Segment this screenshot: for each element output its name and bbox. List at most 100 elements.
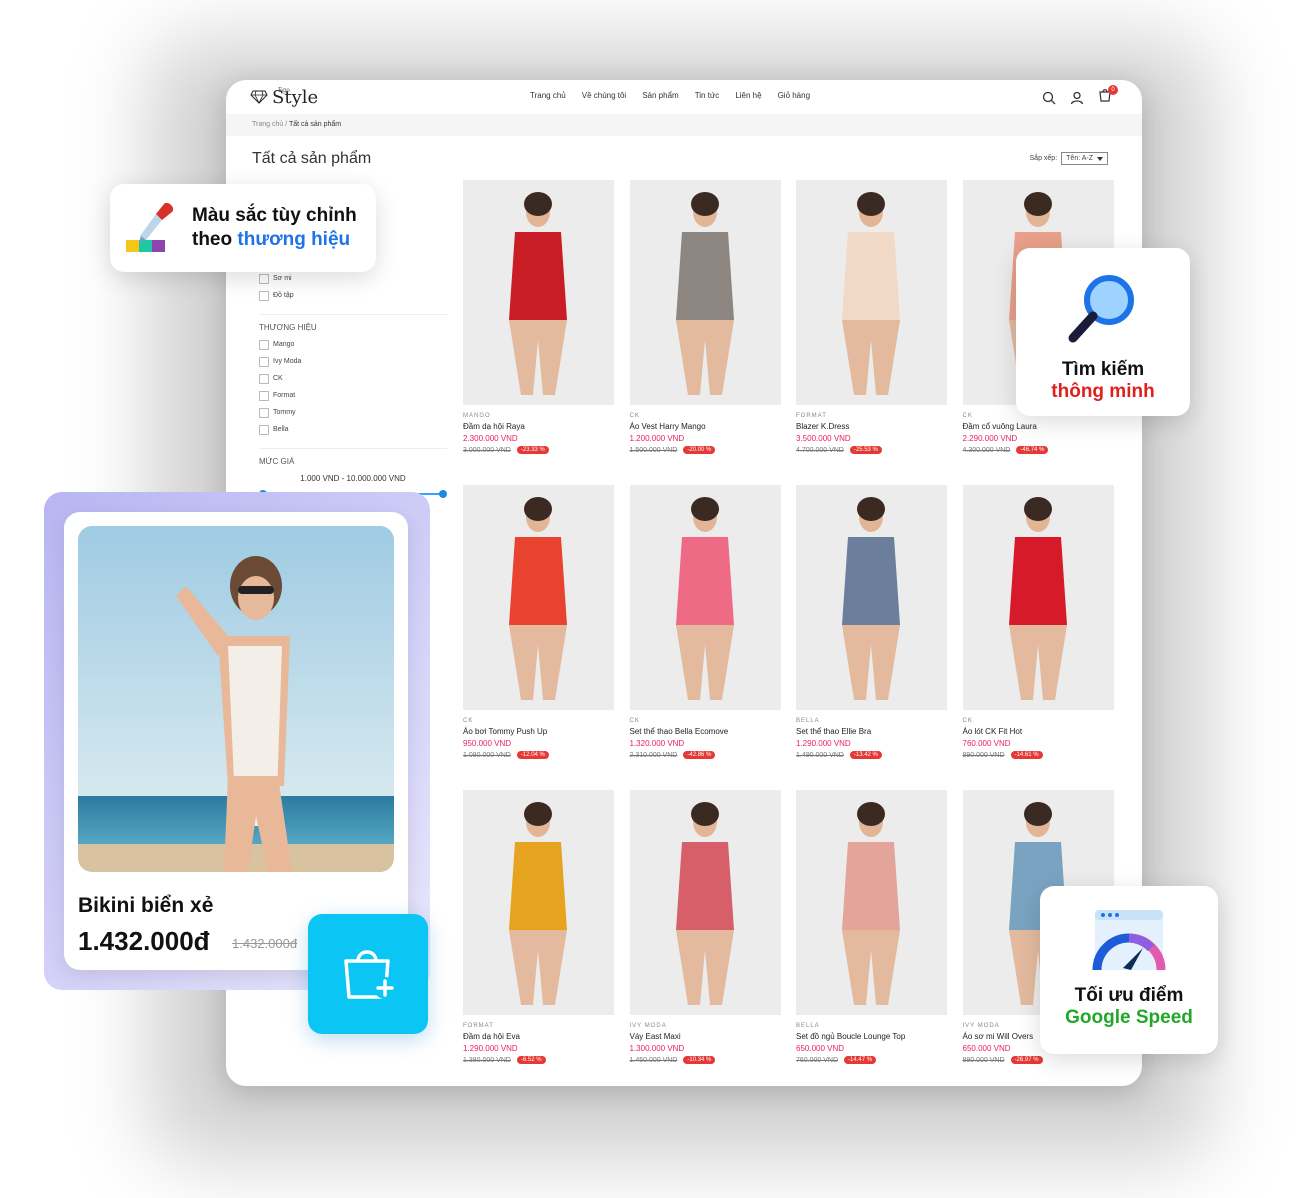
- product-name[interactable]: Đầm cổ vuông Laura: [963, 422, 1114, 431]
- product-image[interactable]: [796, 790, 947, 1015]
- discount-badge: -14.61 %: [1010, 751, 1043, 759]
- breadcrumb: Trang chủ / Tất cả sản phẩm: [226, 114, 1142, 136]
- product-price: 1.200.000 VND: [629, 434, 685, 443]
- header: Style Ego Trang chủ Về chúng tôi Sản phẩ…: [226, 80, 1142, 114]
- breadcrumb-separator: /: [285, 121, 288, 128]
- filter-brand[interactable]: Mango: [259, 336, 447, 353]
- product-name[interactable]: Set đồ ngủ Boucle Lounge Top: [796, 1032, 947, 1041]
- product-image[interactable]: [796, 180, 947, 405]
- discount-badge: -26.97 %: [1010, 1056, 1043, 1064]
- filter-brand[interactable]: Bella: [259, 421, 447, 438]
- header-icons: 0: [1042, 85, 1118, 107]
- sort-select[interactable]: Tên: A-Z: [1061, 152, 1108, 165]
- nav-news[interactable]: Tin tức: [695, 91, 720, 100]
- filter-brand[interactable]: CK: [259, 370, 447, 387]
- filter-label: Tommy: [273, 409, 296, 416]
- filter-brand[interactable]: Tommy: [259, 404, 447, 421]
- product-name[interactable]: Áo Vest Harry Mango: [630, 422, 781, 431]
- product-card[interactable]: CK Áo Vest Harry Mango 1.200.000 VND 1.500.…: [629, 180, 781, 454]
- checkbox[interactable]: [259, 273, 269, 284]
- nav-cart[interactable]: Giỏ hàng: [778, 91, 810, 100]
- product-card[interactable]: CK Áo lót CK Fit Hot 760.000 VND 890.000 VN…: [962, 485, 1114, 759]
- nav-contact[interactable]: Liên hệ: [735, 91, 761, 100]
- color-callout-prefix: theo: [192, 229, 238, 250]
- product-card[interactable]: CK Set thể thao Bella Ecomove 1.320.000 VN…: [629, 485, 781, 759]
- filter-category[interactable]: Sơ mi: [259, 270, 447, 287]
- featured-product-card[interactable]: Bikini biển xẻ 1.432.000đ 1.432.000đ: [64, 512, 408, 970]
- filter-label: Đồ tập: [273, 292, 294, 299]
- product-name[interactable]: Set thể thao Ellie Bra: [796, 727, 947, 736]
- product-card[interactable]: BELLA Set thể thao Ellie Bra 1.290.000 VND…: [796, 485, 947, 759]
- discount-badge: -12.04 %: [516, 751, 549, 759]
- discount-badge: -14.47 %: [844, 1056, 877, 1064]
- nav-home[interactable]: Trang chủ: [530, 91, 566, 100]
- search-callout: Tìm kiếm thông minh: [1016, 248, 1190, 416]
- speedometer-icon: [1092, 910, 1166, 971]
- breadcrumb-home[interactable]: Trang chủ: [252, 121, 283, 128]
- sort-value: Tên: A-Z: [1066, 155, 1093, 162]
- product-card[interactable]: BELLA Set đồ ngủ Boucle Lounge Top 650.000…: [796, 790, 947, 1064]
- checkbox[interactable]: [259, 356, 269, 367]
- checkbox[interactable]: [259, 339, 269, 350]
- product-price: 2.290.000 VND: [962, 434, 1018, 443]
- product-name[interactable]: Đầm dạ hội Eva: [463, 1032, 614, 1041]
- product-old-price: 4.300.000 VND: [962, 446, 1011, 454]
- product-name[interactable]: Đầm dạ hội Raya: [463, 422, 614, 431]
- product-old-price-row: 1.490.000 VND -13.42 %: [796, 751, 947, 759]
- product-brand: CK: [463, 718, 474, 724]
- add-to-cart-button[interactable]: [308, 914, 428, 1034]
- product-brand: CK: [962, 718, 973, 724]
- product-brand: MANGO: [463, 413, 491, 419]
- filter-brand[interactable]: Format: [259, 387, 447, 404]
- product-card[interactable]: IVY MODA Váy East Maxi 1.300.000 VND 1.450.…: [629, 790, 781, 1064]
- user-icon[interactable]: [1070, 91, 1084, 105]
- product-old-price: 1.500.000 VND: [629, 446, 678, 454]
- logo[interactable]: Style Ego: [250, 87, 318, 108]
- product-old-price-row: 1.380.000 VND -6.52 %: [463, 1056, 614, 1064]
- product-old-price: 1.080.000 VND: [463, 751, 511, 759]
- discount-badge: -23.33 %: [516, 446, 549, 454]
- product-image[interactable]: [629, 485, 781, 710]
- product-card[interactable]: MANGO Đầm dạ hội Raya 2.300.000 VND 3.000.0…: [463, 180, 614, 454]
- nav-about[interactable]: Về chúng tôi: [582, 91, 626, 100]
- color-callout-highlight: thương hiệu: [237, 229, 351, 250]
- product-old-price-row: 890.000 VND -26.97 %: [963, 1056, 1114, 1064]
- nav-products[interactable]: Sản phẩm: [642, 91, 678, 100]
- checkbox[interactable]: [259, 407, 269, 418]
- cart-count-badge: 0: [1108, 85, 1118, 95]
- product-name[interactable]: Váy East Maxi: [630, 1032, 781, 1041]
- sort-label: Sắp xếp:: [1029, 155, 1058, 162]
- search-icon[interactable]: [1042, 91, 1056, 105]
- product-image[interactable]: [463, 180, 614, 405]
- product-image[interactable]: [463, 485, 614, 710]
- product-image[interactable]: [463, 790, 614, 1015]
- checkbox[interactable]: [259, 390, 269, 401]
- cart-button[interactable]: 0: [1098, 85, 1118, 107]
- product-card[interactable]: FORMAT Đầm dạ hội Eva 1.290.000 VND 1.380.0…: [463, 790, 614, 1064]
- slider-max-handle[interactable]: [439, 490, 447, 498]
- speed-callout-line2: Google Speed: [1065, 1007, 1193, 1028]
- product-brand: CK: [629, 718, 640, 724]
- product-name[interactable]: Set thể thao Bella Ecomove: [630, 727, 781, 736]
- filter-label: Sơ mi: [273, 275, 292, 282]
- product-image[interactable]: [629, 180, 781, 405]
- filter-brand[interactable]: Ivy Moda: [259, 353, 447, 370]
- product-image[interactable]: [962, 485, 1114, 710]
- breadcrumb-current: Tất cả sản phẩm: [289, 121, 342, 128]
- product-price: 1.320.000 VND: [629, 739, 685, 748]
- product-name[interactable]: Áo bơi Tommy Push Up: [463, 727, 614, 736]
- checkbox[interactable]: [259, 290, 269, 301]
- product-image[interactable]: [629, 790, 781, 1015]
- featured-product-name: Bikini biển xẻ: [78, 894, 214, 917]
- product-image[interactable]: [796, 485, 947, 710]
- checkbox[interactable]: [259, 373, 269, 384]
- product-brand: CK: [629, 413, 640, 419]
- checkbox[interactable]: [259, 424, 269, 435]
- product-card[interactable]: CK Áo bơi Tommy Push Up 950.000 VND 1.080.0…: [463, 485, 614, 759]
- page-title: Tất cả sản phẩm: [252, 150, 372, 167]
- product-name[interactable]: Blazer K.Dress: [796, 422, 947, 431]
- product-old-price: 2.310.000 VND: [629, 751, 678, 759]
- product-name[interactable]: Áo lót CK Fit Hot: [963, 727, 1114, 736]
- filter-category[interactable]: Đồ tập: [259, 287, 447, 304]
- product-card[interactable]: FORMAT Blazer K.Dress 3.500.000 VND 4.700.0…: [796, 180, 947, 454]
